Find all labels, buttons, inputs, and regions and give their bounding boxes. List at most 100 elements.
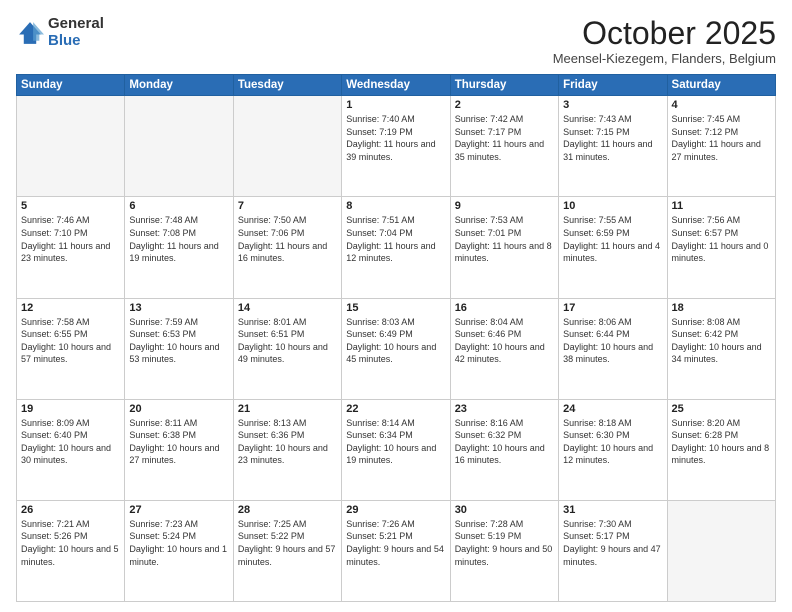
calendar-cell: 8 Sunrise: 7:51 AM Sunset: 7:04 PM Daylig… [342,197,450,298]
day-info: Sunrise: 7:55 AM Sunset: 6:59 PM Dayligh… [563,214,662,264]
calendar-cell: 26 Sunrise: 7:21 AM Sunset: 5:26 PM Dayli… [17,500,125,601]
col-saturday: Saturday [667,75,775,96]
day-info: Sunrise: 7:40 AM Sunset: 7:19 PM Dayligh… [346,113,445,163]
calendar-cell: 29 Sunrise: 7:26 AM Sunset: 5:21 PM Dayli… [342,500,450,601]
day-info: Sunrise: 7:53 AM Sunset: 7:01 PM Dayligh… [455,214,554,264]
calendar-cell: 6 Sunrise: 7:48 AM Sunset: 7:08 PM Daylig… [125,197,233,298]
calendar-cell: 22Sunrise: 8:14 AM Sunset: 6:34 PM Dayli… [342,399,450,500]
calendar-cell [667,500,775,601]
day-info: Sunrise: 8:01 AM Sunset: 6:51 PM Dayligh… [238,316,337,366]
day-info: Sunrise: 7:59 AM Sunset: 6:53 PM Dayligh… [129,316,228,366]
day-number: 30 [455,504,554,516]
calendar-cell [125,96,233,197]
logo-text: General Blue [48,16,104,49]
col-wednesday: Wednesday [342,75,450,96]
day-info: Sunrise: 7:26 AM Sunset: 5:21 PM Dayligh… [346,518,445,568]
calendar-title: October 2025 [553,16,776,51]
day-number: 7 [238,200,337,212]
day-number: 26 [21,504,120,516]
day-info: Sunrise: 7:28 AM Sunset: 5:19 PM Dayligh… [455,518,554,568]
calendar-cell: 20 Sunrise: 8:11 AM Sunset: 6:38 PM Dayli… [125,399,233,500]
week-row: 19Sunrise: 8:09 AM Sunset: 6:40 PM Dayli… [17,399,776,500]
day-number: 11 [672,200,771,212]
day-number: 19 [21,403,120,415]
day-number: 14 [238,302,337,314]
day-info: Sunrise: 8:20 AM Sunset: 6:28 PM Dayligh… [672,417,771,467]
col-tuesday: Tuesday [233,75,341,96]
calendar-cell: 11 Sunrise: 7:56 AM Sunset: 6:57 PM Dayli… [667,197,775,298]
day-info: Sunrise: 7:51 AM Sunset: 7:04 PM Dayligh… [346,214,445,264]
day-info: Sunrise: 7:43 AM Sunset: 7:15 PM Dayligh… [563,113,662,163]
header: General Blue October 2025 Meensel-Kiezeg… [16,16,776,66]
day-number: 29 [346,504,445,516]
calendar-cell: 4Sunrise: 7:45 AM Sunset: 7:12 PM Daylig… [667,96,775,197]
day-info: Sunrise: 8:08 AM Sunset: 6:42 PM Dayligh… [672,316,771,366]
calendar-cell: 28 Sunrise: 7:25 AM Sunset: 5:22 PM Dayli… [233,500,341,601]
calendar-cell: 5Sunrise: 7:46 AM Sunset: 7:10 PM Daylig… [17,197,125,298]
col-monday: Monday [125,75,233,96]
calendar-cell: 19Sunrise: 8:09 AM Sunset: 6:40 PM Dayli… [17,399,125,500]
day-info: Sunrise: 7:50 AM Sunset: 7:06 PM Dayligh… [238,214,337,264]
day-info: Sunrise: 8:06 AM Sunset: 6:44 PM Dayligh… [563,316,662,366]
day-number: 18 [672,302,771,314]
calendar-cell: 2Sunrise: 7:42 AM Sunset: 7:17 PM Daylig… [450,96,558,197]
day-info: Sunrise: 7:30 AM Sunset: 5:17 PM Dayligh… [563,518,662,568]
calendar-subtitle: Meensel-Kiezegem, Flanders, Belgium [553,51,776,66]
day-info: Sunrise: 7:48 AM Sunset: 7:08 PM Dayligh… [129,214,228,264]
logo-icon [16,19,44,47]
week-row: 5Sunrise: 7:46 AM Sunset: 7:10 PM Daylig… [17,197,776,298]
calendar-cell: 21 Sunrise: 8:13 AM Sunset: 6:36 PM Dayli… [233,399,341,500]
day-number: 20 [129,403,228,415]
logo: General Blue [16,16,104,49]
calendar-cell: 16Sunrise: 8:04 AM Sunset: 6:46 PM Dayli… [450,298,558,399]
day-info: Sunrise: 7:45 AM Sunset: 7:12 PM Dayligh… [672,113,771,163]
calendar-cell: 12 Sunrise: 7:58 AM Sunset: 6:55 PM Dayli… [17,298,125,399]
calendar-cell: 17 Sunrise: 8:06 AM Sunset: 6:44 PM Dayli… [559,298,667,399]
day-info: Sunrise: 8:18 AM Sunset: 6:30 PM Dayligh… [563,417,662,467]
day-info: Sunrise: 7:21 AM Sunset: 5:26 PM Dayligh… [21,518,120,568]
day-info: Sunrise: 8:14 AM Sunset: 6:34 PM Dayligh… [346,417,445,467]
calendar-cell: 24 Sunrise: 8:18 AM Sunset: 6:30 PM Dayli… [559,399,667,500]
week-row: 12 Sunrise: 7:58 AM Sunset: 6:55 PM Dayli… [17,298,776,399]
day-info: Sunrise: 7:56 AM Sunset: 6:57 PM Dayligh… [672,214,771,264]
calendar-cell: 14 Sunrise: 8:01 AM Sunset: 6:51 PM Dayli… [233,298,341,399]
calendar-cell: 13 Sunrise: 7:59 AM Sunset: 6:53 PM Dayli… [125,298,233,399]
day-number: 12 [21,302,120,314]
title-block: October 2025 Meensel-Kiezegem, Flanders,… [553,16,776,66]
page: General Blue October 2025 Meensel-Kiezeg… [0,0,792,612]
calendar-table: Sunday Monday Tuesday Wednesday Thursday… [16,74,776,602]
day-number: 8 [346,200,445,212]
day-number: 15 [346,302,445,314]
day-info: Sunrise: 8:16 AM Sunset: 6:32 PM Dayligh… [455,417,554,467]
day-info: Sunrise: 7:23 AM Sunset: 5:24 PM Dayligh… [129,518,228,568]
day-number: 28 [238,504,337,516]
week-row: 1 Sunrise: 7:40 AM Sunset: 7:19 PM Daylig… [17,96,776,197]
week-row: 26 Sunrise: 7:21 AM Sunset: 5:26 PM Dayli… [17,500,776,601]
day-info: Sunrise: 7:25 AM Sunset: 5:22 PM Dayligh… [238,518,337,568]
day-number: 1 [346,99,445,111]
day-info: Sunrise: 7:58 AM Sunset: 6:55 PM Dayligh… [21,316,120,366]
calendar-cell: 18 Sunrise: 8:08 AM Sunset: 6:42 PM Dayli… [667,298,775,399]
calendar-cell: 27 Sunrise: 7:23 AM Sunset: 5:24 PM Dayli… [125,500,233,601]
day-number: 3 [563,99,662,111]
day-info: Sunrise: 8:11 AM Sunset: 6:38 PM Dayligh… [129,417,228,467]
day-number: 13 [129,302,228,314]
day-info: Sunrise: 7:42 AM Sunset: 7:17 PM Dayligh… [455,113,554,163]
day-number: 21 [238,403,337,415]
calendar-cell: 25 Sunrise: 8:20 AM Sunset: 6:28 PM Dayli… [667,399,775,500]
day-info: Sunrise: 8:04 AM Sunset: 6:46 PM Dayligh… [455,316,554,366]
logo-general: General [48,16,104,33]
col-thursday: Thursday [450,75,558,96]
calendar-cell: 23Sunrise: 8:16 AM Sunset: 6:32 PM Dayli… [450,399,558,500]
day-number: 24 [563,403,662,415]
col-friday: Friday [559,75,667,96]
col-sunday: Sunday [17,75,125,96]
calendar-cell: 30 Sunrise: 7:28 AM Sunset: 5:19 PM Dayli… [450,500,558,601]
calendar-cell [233,96,341,197]
day-number: 17 [563,302,662,314]
day-info: Sunrise: 8:13 AM Sunset: 6:36 PM Dayligh… [238,417,337,467]
day-number: 25 [672,403,771,415]
day-number: 6 [129,200,228,212]
day-number: 27 [129,504,228,516]
day-number: 31 [563,504,662,516]
